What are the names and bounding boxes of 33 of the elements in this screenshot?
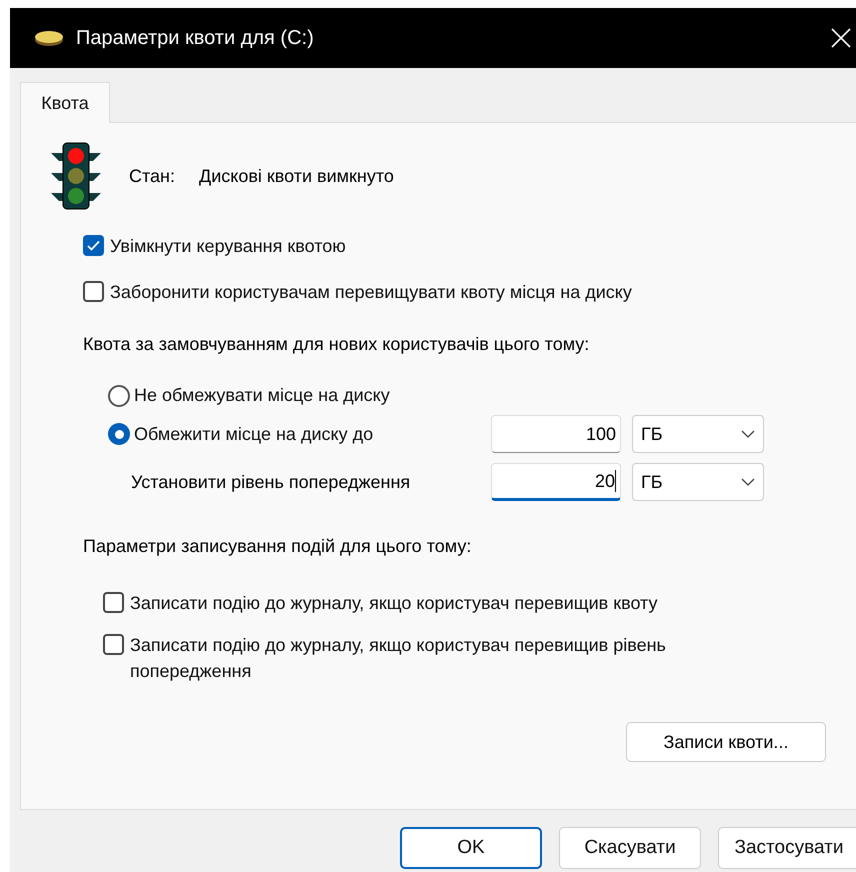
radio-label: Не обмежувати місце на диску	[134, 384, 390, 407]
dialog-button[interactable]: Застосувати	[718, 827, 856, 869]
checkbox[interactable]	[83, 235, 104, 256]
checkbox[interactable]	[103, 592, 124, 613]
number-field[interactable]: 100	[491, 415, 621, 453]
drive-icon	[34, 29, 64, 47]
quota-entries-button[interactable]: Записи квоти...	[626, 722, 826, 762]
unit-dropdown[interactable]: ГБ	[632, 463, 764, 501]
checkbox-label: Записати подію до журналу, якщо користувач перевищив квоту	[130, 592, 658, 615]
chevron-down-icon	[741, 430, 755, 438]
close-icon[interactable]	[830, 27, 852, 49]
window-title: Параметри квоти для (C:)	[76, 26, 315, 51]
checkbox-label: Увімкнути керування квотою	[110, 235, 346, 258]
traffic-light-icon	[51, 141, 101, 211]
unit-dropdown[interactable]: ГБ	[632, 415, 764, 453]
radio-button[interactable]	[108, 423, 130, 445]
dialog-button[interactable]: OK	[400, 827, 542, 869]
radio-label: Обмежити місце на диску до	[134, 422, 374, 446]
tab[interactable]: Квота	[20, 82, 110, 123]
warning-label: Установити рівень попередження	[130, 470, 410, 494]
checkbox-label: Записати подію до журналу, якщо користувач перевищив рівень попередження	[130, 634, 667, 683]
checkbox[interactable]	[103, 634, 124, 655]
radio-button[interactable]	[108, 384, 130, 406]
checkbox[interactable]	[83, 281, 104, 302]
section-heading: Параметри записування подій для цього тому:	[82, 535, 472, 558]
checkbox-label: Заборонити користувачам перевищувати квоту місця на диску	[110, 281, 632, 304]
section-heading: Квота за замовчуванням для нових користувачів цього тому:	[82, 333, 590, 356]
status-value: Дискові квоти вимкнуто	[199, 164, 394, 188]
checkmark-icon	[87, 240, 100, 251]
chevron-down-icon	[741, 478, 755, 486]
dialog-button[interactable]: Скасувати	[559, 827, 701, 869]
number-field[interactable]: 20	[491, 463, 621, 501]
status-label: Стан:	[129, 164, 175, 188]
